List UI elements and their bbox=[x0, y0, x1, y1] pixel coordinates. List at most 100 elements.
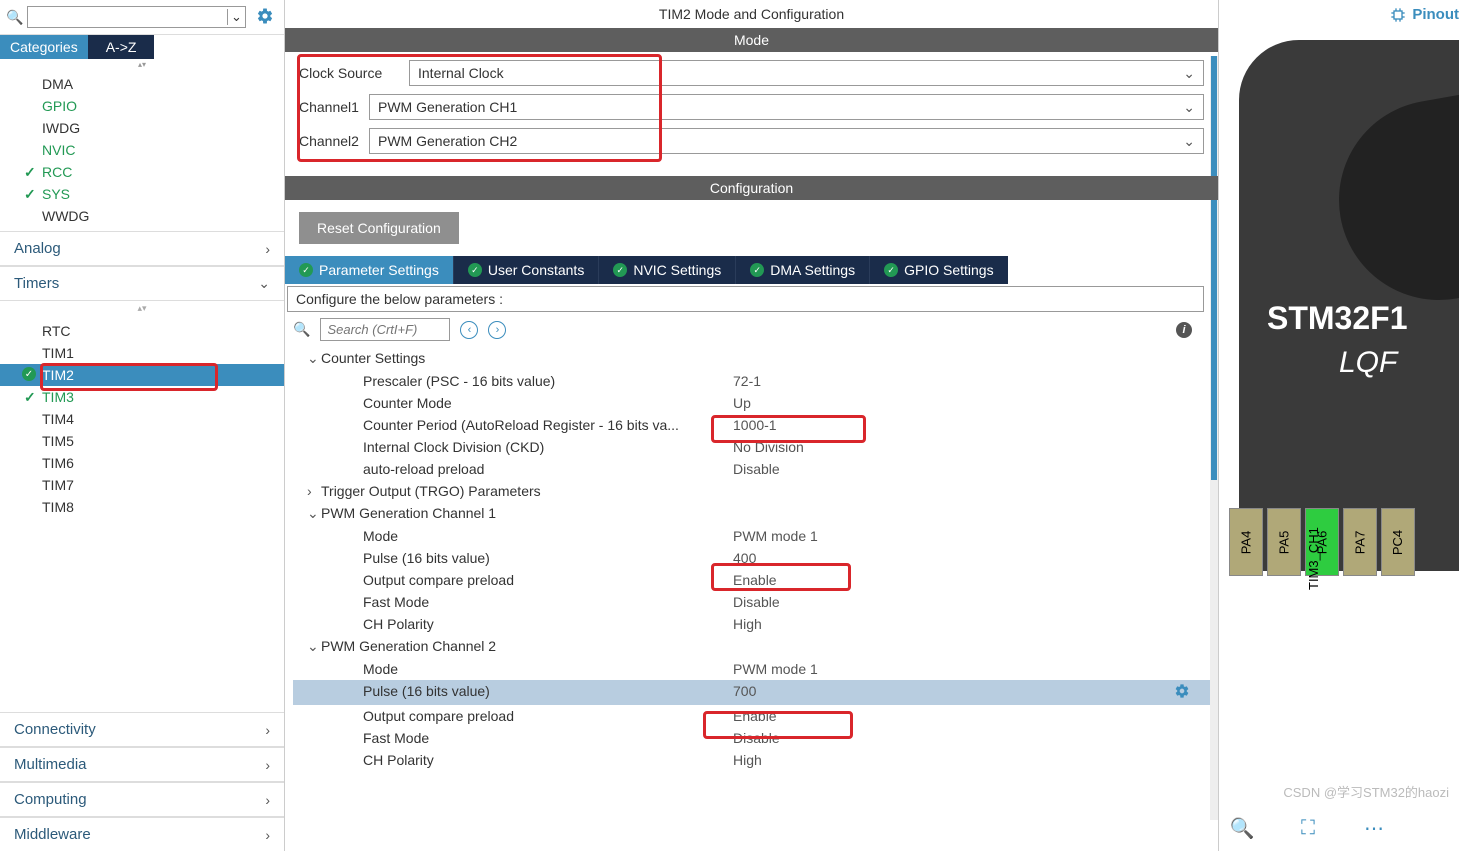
system-core-tree: DMA GPIO IWDG NVIC RCC SYS WWDG bbox=[0, 69, 284, 231]
reset-configuration-button[interactable]: Reset Configuration bbox=[299, 212, 459, 244]
category-label: Timers bbox=[14, 275, 59, 292]
sidebar-search-input[interactable] bbox=[28, 10, 227, 24]
param-row[interactable]: Counter ModeUp bbox=[293, 392, 1210, 414]
tree-item-wwdg[interactable]: WWDG bbox=[0, 205, 284, 227]
tree-item-rcc[interactable]: RCC bbox=[0, 161, 284, 183]
info-icon[interactable]: i bbox=[1176, 322, 1192, 338]
category-middleware[interactable]: Middleware › bbox=[0, 817, 284, 851]
category-label: Connectivity bbox=[14, 721, 96, 738]
tab-user-constants[interactable]: ✓User Constants bbox=[453, 256, 598, 284]
param-description: Configure the below parameters : bbox=[287, 286, 1204, 312]
gear-icon[interactable] bbox=[1174, 683, 1190, 702]
category-computing[interactable]: Computing › bbox=[0, 782, 284, 817]
tree-item-tim6[interactable]: TIM6 bbox=[0, 452, 284, 474]
mode-label-ch2: Channel2 bbox=[299, 133, 369, 149]
category-label: Middleware bbox=[14, 826, 91, 843]
group-pwm2[interactable]: ⌄PWM Generation Channel 2 bbox=[293, 635, 1210, 658]
chevron-down-icon[interactable]: ⌄ bbox=[227, 9, 245, 25]
param-row[interactable]: Fast ModeDisable bbox=[293, 727, 1210, 749]
fullscreen-button[interactable]: ⛶ bbox=[1295, 815, 1321, 841]
center-panel: TIM2 Mode and Configuration Mode Clock S… bbox=[285, 0, 1219, 851]
category-connectivity[interactable]: Connectivity › bbox=[0, 712, 284, 747]
tree-item-tim2[interactable]: TIM2 bbox=[0, 364, 284, 386]
param-row-selected[interactable]: Pulse (16 bits value)700 bbox=[293, 680, 1210, 705]
tab-dma-settings[interactable]: ✓DMA Settings bbox=[735, 256, 869, 284]
category-multimedia[interactable]: Multimedia › bbox=[0, 747, 284, 782]
tab-gpio-settings[interactable]: ✓GPIO Settings bbox=[869, 256, 1007, 284]
group-counter-settings[interactable]: ⌄Counter Settings bbox=[293, 347, 1210, 370]
tree-item-tim4[interactable]: TIM4 bbox=[0, 408, 284, 430]
tree-item-sys[interactable]: SYS bbox=[0, 183, 284, 205]
mode-header: Mode bbox=[285, 28, 1218, 52]
check-icon: ✓ bbox=[299, 263, 313, 277]
pins-row: PA4 PA5 PA6 PA7 PC4 bbox=[1229, 508, 1415, 576]
tree-item-dma[interactable]: DMA bbox=[0, 73, 284, 95]
category-label: Computing bbox=[14, 791, 87, 808]
category-label: Analog bbox=[14, 240, 61, 257]
param-row[interactable]: Counter Period (AutoReload Register - 16… bbox=[293, 414, 1210, 436]
param-row[interactable]: Output compare preloadEnable bbox=[293, 569, 1210, 591]
param-search-input[interactable] bbox=[320, 318, 450, 341]
group-pwm1[interactable]: ⌄PWM Generation Channel 1 bbox=[293, 502, 1210, 525]
param-row[interactable]: Pulse (16 bits value)400 bbox=[293, 547, 1210, 569]
collapse-handle[interactable]: ▴▾ bbox=[0, 59, 284, 69]
tree-item-iwdg[interactable]: IWDG bbox=[0, 117, 284, 139]
pinout-tab[interactable]: Pinout bbox=[1390, 6, 1459, 23]
param-row[interactable]: Fast ModeDisable bbox=[293, 591, 1210, 613]
collapse-handle[interactable]: ▴▾ bbox=[0, 301, 284, 316]
chevron-right-icon: › bbox=[265, 827, 270, 843]
category-analog[interactable]: Analog › bbox=[0, 231, 284, 266]
watermark: CSDN @学习STM32的haozi bbox=[1283, 782, 1449, 801]
search-icon: 🔍 bbox=[293, 321, 310, 338]
next-button[interactable]: › bbox=[488, 321, 506, 339]
sidebar: 🔍 ⌄ Categories A->Z ▴▾ DMA GPIO IWDG NVI… bbox=[0, 0, 285, 851]
param-row[interactable]: Internal Clock Division (CKD)No Division bbox=[293, 436, 1210, 458]
param-row[interactable]: ModePWM mode 1 bbox=[293, 525, 1210, 547]
tree-item-rtc[interactable]: RTC bbox=[0, 320, 284, 342]
tree-item-tim5[interactable]: TIM5 bbox=[0, 430, 284, 452]
tree-item-tim8[interactable]: TIM8 bbox=[0, 496, 284, 518]
chip-name: STM32F1 bbox=[1267, 300, 1407, 337]
pin-pc4[interactable]: PC4 bbox=[1381, 508, 1415, 576]
param-row[interactable]: Output compare preloadEnable bbox=[293, 705, 1210, 727]
scrollbar[interactable] bbox=[1210, 200, 1218, 820]
chevron-right-icon: › bbox=[265, 792, 270, 808]
prev-button[interactable]: ‹ bbox=[460, 321, 478, 339]
param-row[interactable]: ModePWM mode 1 bbox=[293, 658, 1210, 680]
parameter-tree: ⌄Counter Settings Prescaler (PSC - 16 bi… bbox=[285, 347, 1218, 771]
chevron-down-icon: ⌄ bbox=[258, 275, 270, 292]
tab-az[interactable]: A->Z bbox=[88, 35, 155, 59]
channel1-select[interactable]: PWM Generation CH1 ⌄ bbox=[369, 94, 1204, 120]
pin-pa5[interactable]: PA5 bbox=[1267, 508, 1301, 576]
config-tabs: ✓Parameter Settings ✓User Constants ✓NVI… bbox=[285, 256, 1218, 284]
pin-pa7[interactable]: PA7 bbox=[1343, 508, 1377, 576]
chip-package: LQF bbox=[1339, 346, 1397, 380]
scrollbar[interactable] bbox=[1210, 56, 1218, 176]
chevron-right-icon: › bbox=[265, 757, 270, 773]
tab-parameter-settings[interactable]: ✓Parameter Settings bbox=[285, 256, 453, 284]
gear-icon[interactable] bbox=[256, 7, 274, 28]
category-timers[interactable]: Timers ⌄ bbox=[0, 266, 284, 301]
pin-pa4[interactable]: PA4 bbox=[1229, 508, 1263, 576]
tree-item-tim3[interactable]: TIM3 bbox=[0, 386, 284, 408]
check-icon: ✓ bbox=[468, 263, 482, 277]
group-trgo[interactable]: ›Trigger Output (TRGO) Parameters bbox=[293, 480, 1210, 502]
tree-item-tim7[interactable]: TIM7 bbox=[0, 474, 284, 496]
param-row[interactable]: Prescaler (PSC - 16 bits value)72-1 bbox=[293, 370, 1210, 392]
clock-source-select[interactable]: Internal Clock ⌄ bbox=[409, 60, 1204, 86]
param-row[interactable]: CH PolarityHigh bbox=[293, 749, 1210, 771]
tree-item-tim1[interactable]: TIM1 bbox=[0, 342, 284, 364]
zoom-in-button[interactable]: 🔍 bbox=[1229, 815, 1255, 841]
param-row[interactable]: auto-reload preloadDisable bbox=[293, 458, 1210, 480]
chevron-down-icon: ⌄ bbox=[1183, 99, 1195, 116]
timers-tree: RTC TIM1 TIM2 TIM3 TIM4 TIM5 TIM6 TIM7 T… bbox=[0, 316, 284, 522]
config-header: Configuration bbox=[285, 176, 1218, 200]
tab-categories[interactable]: Categories bbox=[0, 35, 88, 59]
channel2-select[interactable]: PWM Generation CH2 ⌄ bbox=[369, 128, 1204, 154]
tab-nvic-settings[interactable]: ✓NVIC Settings bbox=[598, 256, 735, 284]
param-row[interactable]: CH PolarityHigh bbox=[293, 613, 1210, 635]
more-button[interactable]: ⋯ bbox=[1361, 815, 1387, 841]
tree-item-nvic[interactable]: NVIC bbox=[0, 139, 284, 161]
tree-item-gpio[interactable]: GPIO bbox=[0, 95, 284, 117]
sidebar-search[interactable]: ⌄ bbox=[27, 6, 246, 28]
